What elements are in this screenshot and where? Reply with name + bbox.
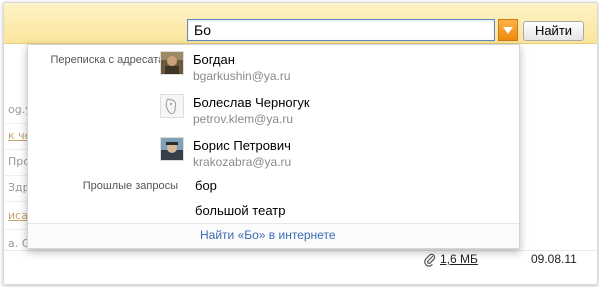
search-suggest-popup: Переписка с адресатами Богдан bgarkushin…: [27, 44, 520, 249]
contacts-section-label: Переписка с адресатами: [50, 54, 178, 66]
contact-suggestion[interactable]: Болеслав Черногук petrov.klem@ya.ru: [160, 94, 310, 126]
avatar: [160, 137, 184, 161]
message-date: 09.08.11: [531, 252, 577, 266]
avatar: [160, 94, 184, 118]
contact-email: petrov.klem@ya.ru: [193, 112, 293, 126]
contact-suggestion[interactable]: Борис Петрович krakozabra@ya.ru: [160, 137, 292, 169]
screenshot-stage: og.y к че Про Здр иса а. С 1,6 МБ 09.08.…: [0, 0, 599, 287]
contact-name: Богдан: [193, 52, 235, 67]
paperclip-icon: [424, 252, 436, 267]
past-query-item[interactable]: бор: [195, 178, 217, 193]
search-dropdown-button[interactable]: [498, 19, 518, 41]
past-query-item[interactable]: большой театр: [195, 203, 285, 218]
search-input[interactable]: Бо: [187, 19, 495, 41]
contact-email: bgarkushin@ya.ru: [193, 69, 291, 83]
avatar: [160, 51, 184, 75]
find-button[interactable]: Найти: [523, 21, 584, 41]
contact-name: Болеслав Черногук: [193, 95, 310, 110]
web-search-link[interactable]: Найти «Бо» в интернете: [200, 228, 336, 242]
contact-name: Борис Петрович: [193, 138, 291, 153]
web-search-row: Найти «Бо» в интернете: [28, 223, 519, 248]
contact-suggestion[interactable]: Богдан bgarkushin@ya.ru: [160, 51, 291, 83]
message-footer-row: [4, 250, 597, 277]
past-queries-section-label: Прошлые запросы: [82, 180, 178, 192]
bg-fragment-link[interactable]: иса: [8, 209, 28, 222]
contact-email: krakozabra@ya.ru: [193, 155, 292, 169]
attachment-size-link[interactable]: 1,6 МБ: [440, 252, 478, 266]
